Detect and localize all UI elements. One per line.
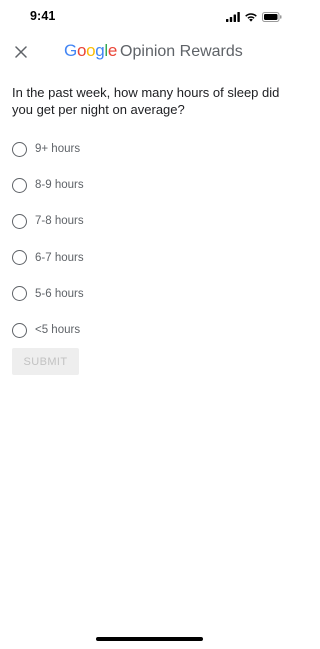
option-label: 8-9 hours xyxy=(35,179,84,192)
option-8-9-hours[interactable]: 8-9 hours xyxy=(12,167,282,203)
option-label: 5-6 hours xyxy=(35,287,84,300)
logo-letter: G xyxy=(64,41,77,60)
option-9-plus-hours[interactable]: 9+ hours xyxy=(12,131,282,167)
logo-letter: e xyxy=(107,41,118,60)
close-button[interactable] xyxy=(9,40,33,64)
wifi-icon xyxy=(245,13,257,22)
signal-icon xyxy=(226,12,240,22)
logo-letter: o xyxy=(76,41,87,60)
option-6-7-hours[interactable]: 6-7 hours xyxy=(12,240,282,276)
close-icon xyxy=(15,46,27,58)
option-label: 6-7 hours xyxy=(35,251,84,264)
google-logo: Google xyxy=(64,41,117,61)
product-name: Opinion Rewards xyxy=(120,43,243,60)
status-bar: 9:41 xyxy=(0,0,298,34)
radio-button[interactable] xyxy=(12,141,27,157)
radio-button[interactable] xyxy=(12,286,27,302)
option-label: 7-8 hours xyxy=(35,215,84,228)
radio-button[interactable] xyxy=(12,177,27,193)
option-label: <5 hours xyxy=(35,324,81,337)
survey-screen: 9:41 Google Opinion Rewards In the past … xyxy=(0,0,298,649)
radio-button[interactable] xyxy=(12,322,27,338)
battery-icon xyxy=(262,12,282,22)
radio-button[interactable] xyxy=(12,213,27,229)
home-indicator[interactable] xyxy=(96,637,203,641)
option-7-8-hours[interactable]: 7-8 hours xyxy=(12,203,282,239)
status-time: 9:41 xyxy=(30,9,56,23)
radio-button[interactable] xyxy=(12,250,27,266)
app-header: Google Opinion Rewards xyxy=(0,34,298,74)
answer-options: 9+ hours 8-9 hours 7-8 hours 6-7 hours 5… xyxy=(12,131,282,348)
question-text: In the past week, how many hours of slee… xyxy=(12,85,280,117)
brand-title: Google Opinion Rewards xyxy=(64,41,243,63)
option-under-5-hours[interactable]: <5 hours xyxy=(12,312,282,348)
status-icons xyxy=(226,11,282,23)
logo-letter: g xyxy=(95,41,105,60)
option-5-6-hours[interactable]: 5-6 hours xyxy=(12,276,282,312)
option-label: 9+ hours xyxy=(35,143,81,156)
logo-letter: o xyxy=(86,41,96,60)
submit-button[interactable]: SUBMIT xyxy=(12,348,79,375)
